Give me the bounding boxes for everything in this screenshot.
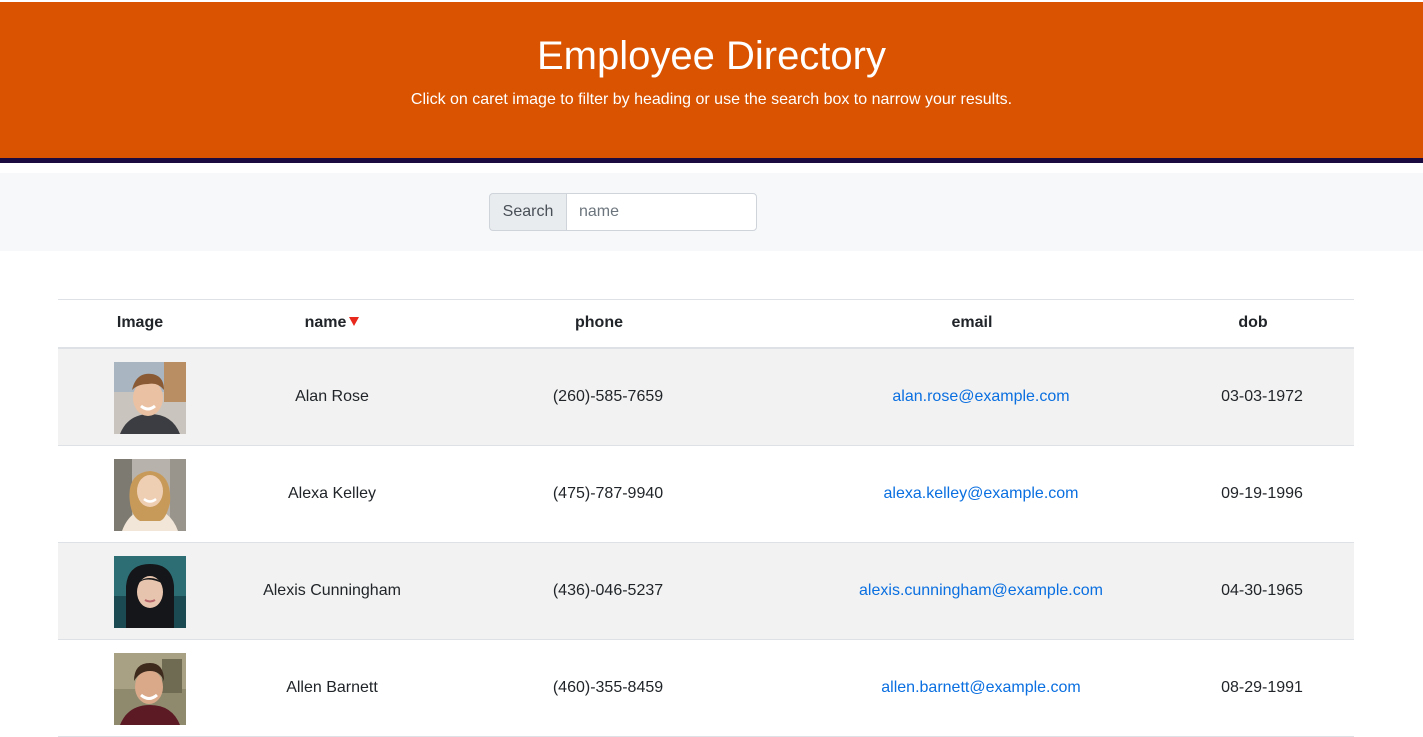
cell-email: alexis.cunningham@example.com: [781, 543, 1181, 639]
column-header-name[interactable]: name: [282, 300, 382, 348]
search-bar: Search: [0, 173, 1423, 251]
table-row: Alexa Kelley (475)-787-9940 alexa.kelley…: [58, 446, 1354, 543]
cell-name: Allen Barnett: [286, 679, 378, 696]
cell-name: Alan Rose: [295, 388, 369, 405]
email-link[interactable]: alexis.cunningham@example.com: [859, 582, 1103, 599]
avatar: [114, 362, 186, 434]
table-header: Image name phone email dob: [58, 299, 1354, 349]
cell-email: allen.barnett@example.com: [781, 640, 1181, 736]
page-subtitle: Click on caret image to filter by headin…: [410, 91, 1013, 108]
search-label: Search: [489, 193, 566, 231]
cell-dob: 03-03-1972: [1221, 388, 1303, 405]
search-input[interactable]: [566, 193, 757, 231]
table-row: Alexis Cunningham (436)-046-5237 alexis.…: [58, 543, 1354, 640]
cell-dob: 08-29-1991: [1221, 679, 1303, 696]
avatar: [114, 653, 186, 725]
cell-phone: (436)-046-5237: [552, 582, 664, 599]
table-row: Alan Rose (260)-585-7659 alan.rose@examp…: [58, 349, 1354, 446]
cell-phone: (260)-585-7659: [552, 388, 664, 405]
column-header-label: email: [951, 314, 993, 331]
column-header-image: Image: [95, 300, 185, 348]
column-header-dob[interactable]: dob: [1203, 300, 1303, 348]
column-header-label: Image: [116, 314, 164, 331]
search-group: Search: [489, 193, 757, 231]
column-header-email[interactable]: email: [922, 300, 1022, 348]
cell-email: alan.rose@example.com: [781, 349, 1181, 445]
cell-dob: 09-19-1996: [1221, 485, 1303, 502]
cell-name: Alexis Cunningham: [263, 582, 401, 599]
email-link[interactable]: alan.rose@example.com: [892, 388, 1069, 405]
cell-phone: (475)-787-9940: [552, 485, 664, 502]
cell-email: alexa.kelley@example.com: [781, 446, 1181, 542]
page-header: Employee Directory Click on caret image …: [0, 2, 1423, 158]
page-title: Employee Directory: [536, 34, 886, 78]
caret-down-icon[interactable]: [349, 317, 360, 327]
employee-table: Image name phone email dob Alan Rose (26…: [58, 299, 1354, 737]
email-link[interactable]: alexa.kelley@example.com: [884, 485, 1079, 502]
cell-phone: (460)-355-8459: [552, 679, 664, 696]
cell-name: Alexa Kelley: [287, 485, 377, 502]
cell-dob: 04-30-1965: [1221, 582, 1303, 599]
avatar: [114, 556, 186, 628]
email-link[interactable]: allen.barnett@example.com: [881, 679, 1080, 696]
header-divider: [0, 158, 1423, 163]
column-header-label: dob: [1238, 314, 1268, 331]
avatar: [114, 459, 186, 531]
table-row: Allen Barnett (460)-355-8459 allen.barne…: [58, 640, 1354, 737]
column-header-label: name: [304, 314, 347, 331]
column-header-phone[interactable]: phone: [549, 300, 649, 348]
column-header-label: phone: [575, 314, 623, 331]
